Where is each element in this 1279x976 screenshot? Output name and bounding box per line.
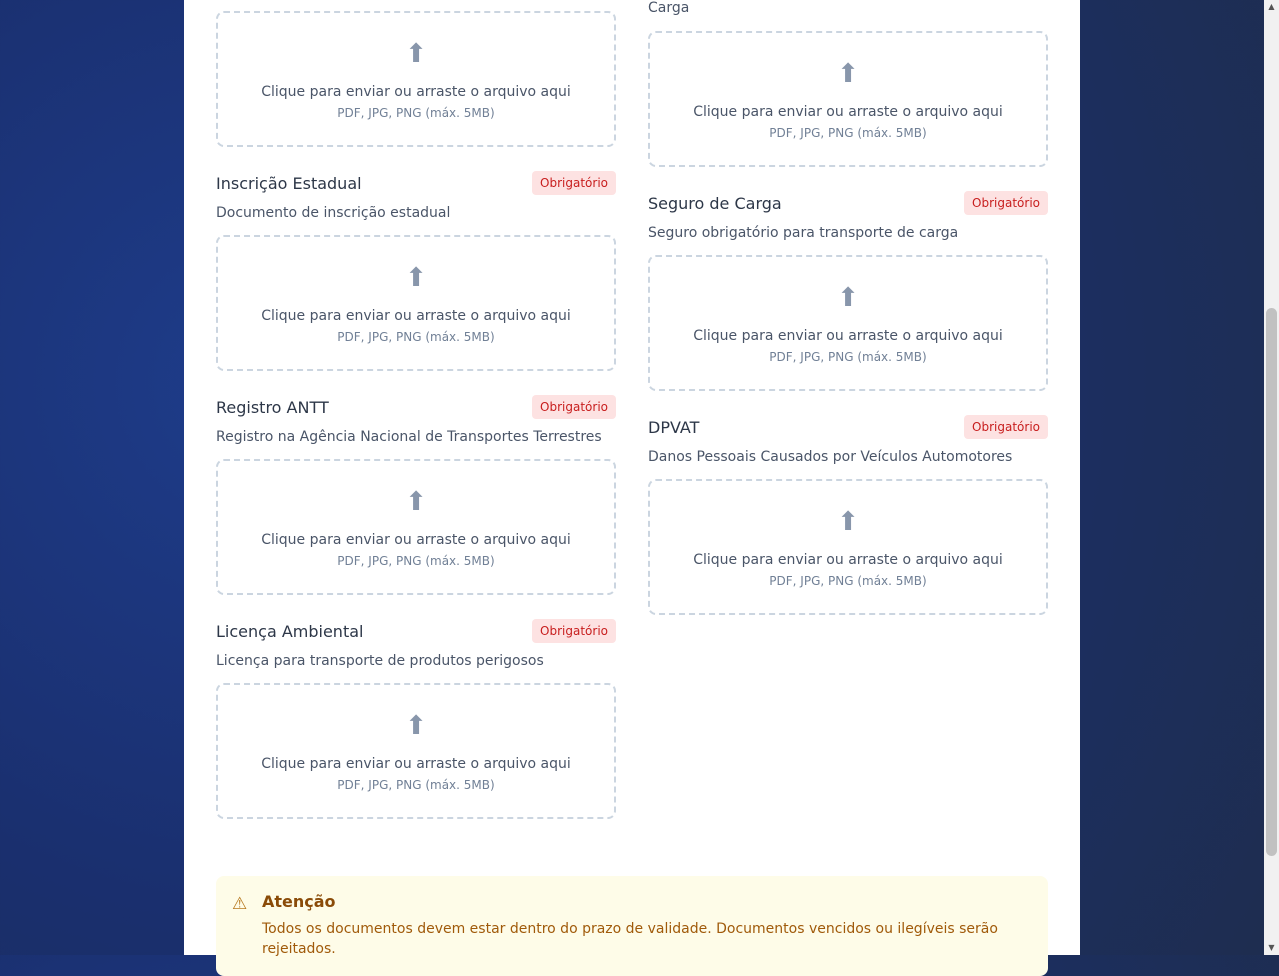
required-badge: Obrigatório: [964, 191, 1048, 215]
upload-dropzone[interactable]: ⬆ Clique para enviar ou arraste o arquiv…: [216, 683, 616, 819]
document-title: Seguro de Carga: [648, 194, 782, 213]
upload-dropzone[interactable]: ⬆ Clique para enviar ou arraste o arquiv…: [648, 31, 1048, 167]
upload-arrow-icon: ⬆: [405, 263, 427, 293]
required-badge: Obrigatório: [532, 171, 616, 195]
upload-arrow-icon: ⬆: [405, 39, 427, 69]
upload-hint: PDF, JPG, PNG (máx. 5MB): [769, 126, 927, 140]
scroll-up-icon[interactable]: ▲: [1264, 0, 1279, 14]
required-badge: Obrigatório: [964, 415, 1048, 439]
document-description: Danos Pessoais Causados por Veículos Aut…: [648, 449, 1013, 465]
upload-prompt: Clique para enviar ou arraste o arquivo …: [261, 308, 571, 324]
scrollbar-thumb[interactable]: [1266, 308, 1277, 856]
alert-text: Todos os documentos devem estar dentro d…: [262, 921, 998, 957]
document-inscricao-estadual: Inscrição Estadual Obrigatório Documento…: [216, 171, 616, 371]
document-description: Registro na Agência Nacional de Transpor…: [216, 429, 602, 445]
document-seguro-de-carga: Seguro de Carga Obrigatório Seguro obrig…: [648, 191, 1048, 391]
upload-hint: PDF, JPG, PNG (máx. 5MB): [337, 554, 495, 568]
upload-prompt: Clique para enviar ou arraste o arquivo …: [693, 552, 1003, 568]
upload-dropzone[interactable]: ⬆ Clique para enviar ou arraste o arquiv…: [216, 11, 616, 147]
upload-dropzone[interactable]: ⬆ Clique para enviar ou arraste o arquiv…: [648, 255, 1048, 391]
page-scrollbar[interactable]: ▲ ▼: [1264, 0, 1279, 955]
document-title: Licença Ambiental: [216, 622, 364, 641]
document-dpvat: DPVAT Obrigatório Danos Pessoais Causado…: [648, 415, 1048, 615]
document-description: Documento de inscrição estadual: [216, 205, 451, 221]
upload-hint: PDF, JPG, PNG (máx. 5MB): [337, 778, 495, 792]
upload-prompt: Clique para enviar ou arraste o arquivo …: [261, 756, 571, 772]
document-title: DPVAT: [648, 418, 700, 437]
document-licenca-ambiental: Licença Ambiental Obrigatório Licença pa…: [216, 619, 616, 819]
document-title: Inscrição Estadual: [216, 174, 362, 193]
upload-hint: PDF, JPG, PNG (máx. 5MB): [337, 330, 495, 344]
upload-hint: PDF, JPG, PNG (máx. 5MB): [769, 574, 927, 588]
warning-icon: ⚠: [232, 894, 248, 914]
document-description: Carga: [648, 0, 690, 16]
required-badge: Obrigatório: [532, 619, 616, 643]
attention-alert: ⚠ Atenção Todos os documentos devem esta…: [216, 876, 1048, 976]
required-badge: Obrigatório: [532, 395, 616, 419]
upload-arrow-icon: ⬆: [405, 711, 427, 741]
upload-dropzone[interactable]: ⬆ Clique para enviar ou arraste o arquiv…: [648, 479, 1048, 615]
document-description: Licença para transporte de produtos peri…: [216, 653, 544, 669]
upload-prompt: Clique para enviar ou arraste o arquivo …: [261, 532, 571, 548]
alert-title: Atenção: [262, 892, 336, 911]
upload-prompt: Clique para enviar ou arraste o arquivo …: [693, 104, 1003, 120]
upload-hint: PDF, JPG, PNG (máx. 5MB): [769, 350, 927, 364]
document-registro-antt: Registro ANTT Obrigatório Registro na Ag…: [216, 395, 616, 595]
upload-dropzone[interactable]: ⬆ Clique para enviar ou arraste o arquiv…: [216, 459, 616, 595]
upload-prompt: Clique para enviar ou arraste o arquivo …: [261, 84, 571, 100]
upload-arrow-icon: ⬆: [837, 507, 859, 537]
upload-arrow-icon: ⬆: [405, 487, 427, 517]
upload-prompt: Clique para enviar ou arraste o arquivo …: [693, 328, 1003, 344]
upload-arrow-icon: ⬆: [837, 283, 859, 313]
document-description: Seguro obrigatório para transporte de ca…: [648, 225, 959, 241]
document-title: Registro ANTT: [216, 398, 329, 417]
upload-arrow-icon: ⬆: [837, 59, 859, 89]
upload-dropzone[interactable]: ⬆ Clique para enviar ou arraste o arquiv…: [216, 235, 616, 371]
upload-hint: PDF, JPG, PNG (máx. 5MB): [337, 106, 495, 120]
scroll-down-icon[interactable]: ▼: [1264, 941, 1279, 955]
